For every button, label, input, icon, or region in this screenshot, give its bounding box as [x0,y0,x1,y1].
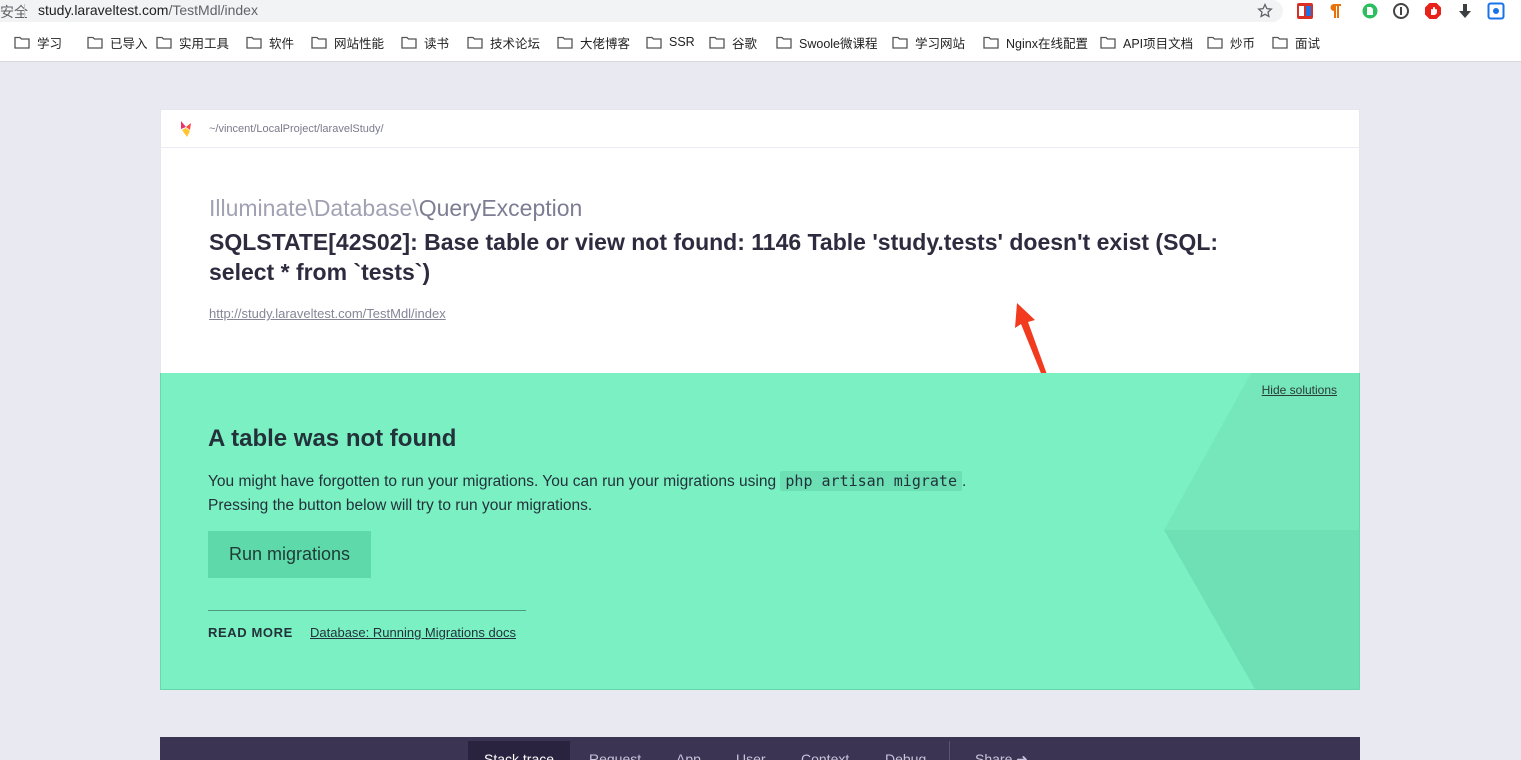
bookmark-label: Nginx在线配置 [1006,36,1088,51]
bookmark-label: 面试 [1295,36,1321,51]
tab-app[interactable]: App [676,751,701,760]
folder-icon [892,36,908,49]
run-migrations-button[interactable]: Run migrations [208,531,371,578]
tab-debug[interactable]: Debug [885,751,926,760]
folder-icon [467,36,483,49]
exception-section: Illuminate\Database\QueryException SQLST… [160,148,1360,393]
exception-class: Illuminate\Database\QueryException [209,195,582,222]
bookmark-label: 软件 [269,36,295,51]
folder-icon [1207,36,1223,49]
bookmark-label: Swoole微课程 [799,36,878,51]
paragraph-extension-icon[interactable] [1326,1,1346,21]
folder-icon [1100,36,1116,49]
exception-message: SQLSTATE[42S02]: Base table or view not … [209,229,1219,285]
adblock-icon[interactable] [1423,1,1443,21]
omnibox-divider [24,4,25,18]
bookmark-item[interactable]: 学习 [14,33,62,51]
bookmark-label: 技术论坛 [490,36,541,51]
bookmark-item[interactable]: 技术论坛 [467,33,540,51]
folder-icon [983,36,999,49]
bookmark-item[interactable]: Swoole微课程 [776,33,878,51]
tab-context[interactable]: Context [801,751,849,760]
solution-panel: Hide solutions A table was not found You… [160,373,1360,690]
tab-stack-trace[interactable]: Stack trace [468,741,571,760]
folder-icon [156,36,172,49]
bookmark-label: 学习网站 [915,36,966,51]
request-url-link[interactable]: http://study.laraveltest.com/TestMdl/ind… [209,306,446,321]
bookmark-label: 实用工具 [179,36,230,51]
share-label: Share [975,751,1013,760]
exception-namespace: Illuminate\Database\ [209,195,419,221]
bookmark-label: 网站性能 [334,36,385,51]
screenshot-extension-icon[interactable] [1486,1,1506,21]
bookmark-item[interactable]: Nginx在线配置 [983,33,1088,51]
tab-user[interactable]: User [736,751,766,760]
folder-icon [1272,36,1288,49]
tab-request[interactable]: Request [589,751,641,760]
download-icon[interactable] [1455,1,1475,21]
bottom-tab-bar: Stack trace Request App User Context Deb… [160,737,1360,760]
bookmarks-bar: 学习 已导入 实用工具 软件 网站性能 读书 技术论坛 大佬博客 SSR 谷歌 Swoole微课程 学… [0,22,1521,62]
solution-title: A table was not found [208,425,457,452]
solution-text-part1: You might have forgotten to run your mig… [208,473,781,490]
read-more-label: READ MORE [208,625,293,640]
evernote-icon[interactable] [1360,1,1380,21]
folder-icon [646,36,662,49]
url-path: /TestMdl/index [168,2,258,18]
bookmark-item[interactable]: 面试 [1272,33,1320,51]
bookmark-label: API项目文档 [1123,36,1194,51]
folder-icon [246,36,262,49]
url-text[interactable]: study.laraveltest.com/TestMdl/index [38,2,258,18]
hide-solutions-link[interactable]: Hide solutions [1262,383,1337,397]
migrate-command: php artisan migrate [780,471,962,491]
bookmark-star-icon[interactable] [1255,1,1275,21]
read-more-divider [208,610,526,611]
migrations-docs-link[interactable]: Database: Running Migrations docs [310,625,516,640]
bookmark-label: 读书 [424,36,450,51]
error-card: ~/vincent/LocalProject/laravelStudy/ Ill… [160,109,1360,690]
ignition-logo-icon [181,121,191,137]
bookmark-item[interactable]: 炒币 [1207,33,1255,51]
bookmark-item[interactable]: 软件 [246,33,294,51]
project-path: ~/vincent/LocalProject/laravelStudy/ [209,123,384,135]
bookmark-item[interactable]: 学习网站 [892,33,965,51]
solution-text-part2: . [962,473,967,490]
share-button[interactable]: Share ➜ [975,751,1028,760]
address-bar: 安全 study.laraveltest.com/TestMdl/index [0,0,1521,22]
folder-icon [557,36,573,49]
info-extension-icon[interactable] [1391,1,1411,21]
url-host: study.laraveltest.com [38,2,169,18]
folder-icon [14,36,30,49]
bookmark-label: 大佬博客 [580,36,631,51]
share-arrow-icon: ➜ [1016,751,1028,760]
bookmark-label: 谷歌 [732,36,758,51]
bookmark-label: 炒币 [1230,36,1256,51]
folder-icon [311,36,327,49]
card-header: ~/vincent/LocalProject/laravelStudy/ [160,109,1360,148]
bookmark-item[interactable]: 已导入 [87,33,148,51]
folder-icon [401,36,417,49]
folder-icon [87,36,103,49]
bookmark-item[interactable]: 读书 [401,33,449,51]
bookmark-item[interactable]: 谷歌 [709,33,757,51]
bookmark-item[interactable]: 网站性能 [311,33,384,51]
solution-text-line2: Pressing the button below will try to ru… [208,497,593,514]
bookmark-item[interactable]: 实用工具 [156,33,229,51]
bookmark-label: 学习 [37,36,63,51]
omnibox[interactable]: 安全 study.laraveltest.com/TestMdl/index [0,0,1283,22]
bookmark-label: 已导入 [110,36,148,51]
bookmark-item[interactable]: API项目文档 [1100,33,1193,51]
exception-class-name: QueryException [418,195,583,221]
solution-description: You might have forgotten to run your mig… [208,469,1108,518]
bookmark-item[interactable]: 大佬博客 [557,33,630,51]
bookmark-label: SSR [669,35,695,49]
nav-divider [949,741,950,760]
folder-icon [709,36,725,49]
fe-extension-icon[interactable] [1295,1,1315,21]
bookmark-item[interactable]: SSR [646,33,695,51]
folder-icon [776,36,792,49]
